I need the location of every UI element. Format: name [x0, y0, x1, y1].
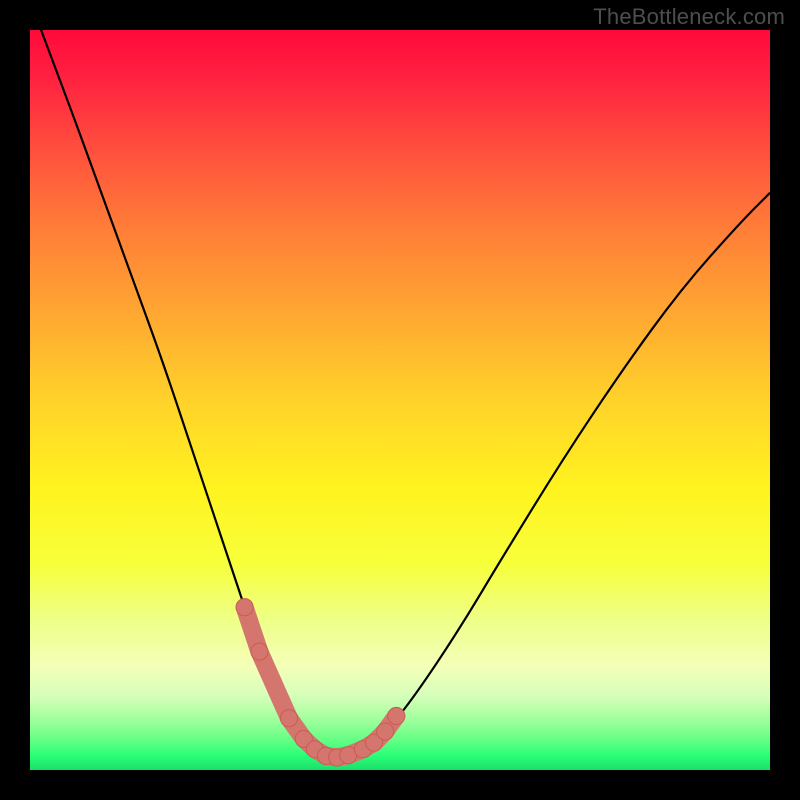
valley-bead — [236, 599, 253, 616]
outer-frame: TheBottleneck.com — [0, 0, 800, 800]
valley-bead — [251, 643, 268, 660]
curve-path — [30, 30, 770, 758]
plot-area — [30, 30, 770, 770]
bottleneck-curve — [30, 30, 770, 770]
valley-segments — [236, 599, 405, 766]
valley-bead — [280, 710, 297, 727]
watermark-text: TheBottleneck.com — [593, 4, 785, 30]
valley-segment — [259, 652, 289, 719]
valley-bead — [388, 707, 405, 724]
valley-bead — [377, 723, 394, 740]
